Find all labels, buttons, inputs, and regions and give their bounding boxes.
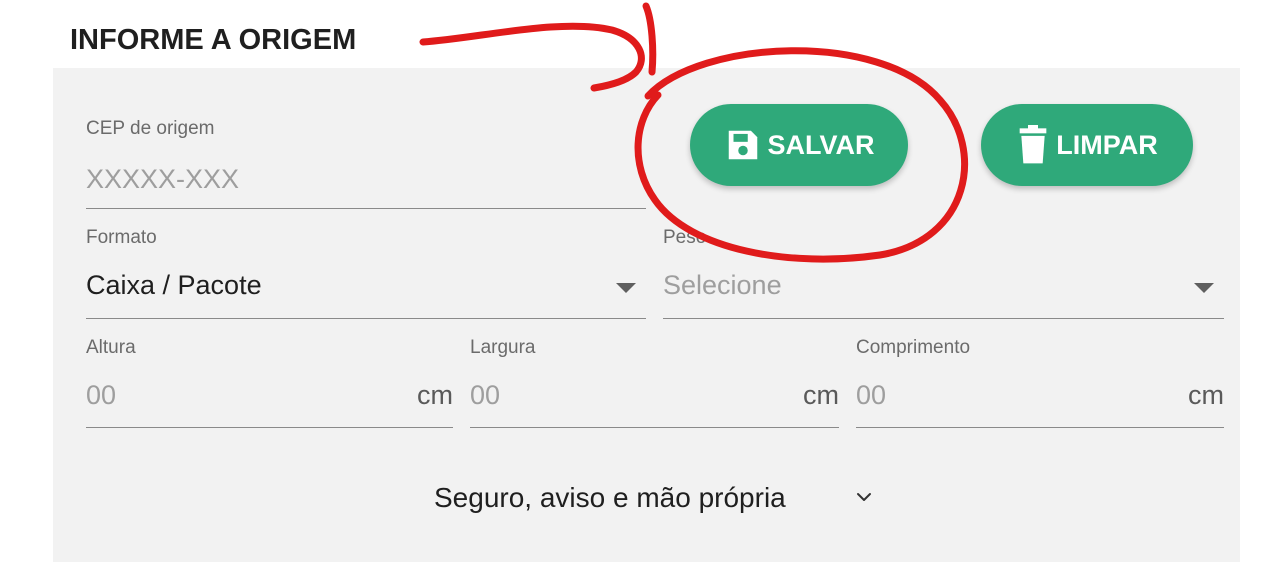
accordion-label: Seguro, aviso e mão própria bbox=[434, 482, 786, 513]
page: INFORME A ORIGEM CEP de origem XXXXX-XXX… bbox=[0, 0, 1280, 587]
cep-input[interactable]: XXXXX-XXX bbox=[86, 164, 239, 195]
altura-underline bbox=[86, 427, 453, 428]
chevron-down-icon bbox=[856, 489, 872, 507]
peso-select[interactable]: Peso Selecione bbox=[663, 227, 1224, 321]
cep-label: CEP de origem bbox=[86, 118, 215, 139]
caret-down-icon bbox=[616, 283, 636, 293]
comprimento-input[interactable]: 00 bbox=[856, 380, 886, 411]
largura-unit: cm bbox=[803, 380, 839, 410]
largura-label: Largura bbox=[470, 337, 536, 358]
peso-value: Selecione bbox=[663, 270, 782, 300]
formato-underline bbox=[86, 318, 646, 319]
altura-unit: cm bbox=[417, 380, 453, 410]
floppy-disk-icon bbox=[724, 126, 762, 164]
insurance-accordion-toggle[interactable]: Seguro, aviso e mão própria bbox=[434, 482, 872, 514]
formato-label: Formato bbox=[86, 227, 157, 248]
caret-down-icon bbox=[1194, 283, 1214, 293]
trash-icon bbox=[1016, 125, 1050, 165]
cep-underline bbox=[86, 208, 646, 209]
comprimento-label: Comprimento bbox=[856, 337, 971, 358]
comprimento-unit: cm bbox=[1188, 380, 1224, 410]
peso-label: Peso bbox=[663, 227, 707, 248]
peso-underline bbox=[663, 318, 1224, 319]
clear-button[interactable]: LIMPAR bbox=[981, 104, 1193, 186]
clear-button-label: LIMPAR bbox=[1056, 129, 1158, 160]
formato-value: Caixa / Pacote bbox=[86, 270, 262, 300]
comprimento-underline bbox=[856, 427, 1224, 428]
largura-input[interactable]: 00 bbox=[470, 380, 500, 411]
save-button[interactable]: SALVAR bbox=[690, 104, 908, 186]
comprimento-field[interactable]: Comprimento 00 cm bbox=[856, 337, 1224, 430]
largura-field[interactable]: Largura 00 cm bbox=[470, 337, 839, 430]
altura-field[interactable]: Altura 00 cm bbox=[86, 337, 453, 430]
altura-label: Altura bbox=[86, 337, 136, 358]
formato-select[interactable]: Formato Caixa / Pacote bbox=[86, 227, 646, 321]
section-title: INFORME A ORIGEM bbox=[70, 24, 357, 56]
save-button-label: SALVAR bbox=[767, 129, 875, 160]
altura-input[interactable]: 00 bbox=[86, 380, 116, 411]
largura-underline bbox=[470, 427, 839, 428]
cep-field[interactable]: CEP de origem XXXXX-XXX bbox=[86, 118, 646, 210]
